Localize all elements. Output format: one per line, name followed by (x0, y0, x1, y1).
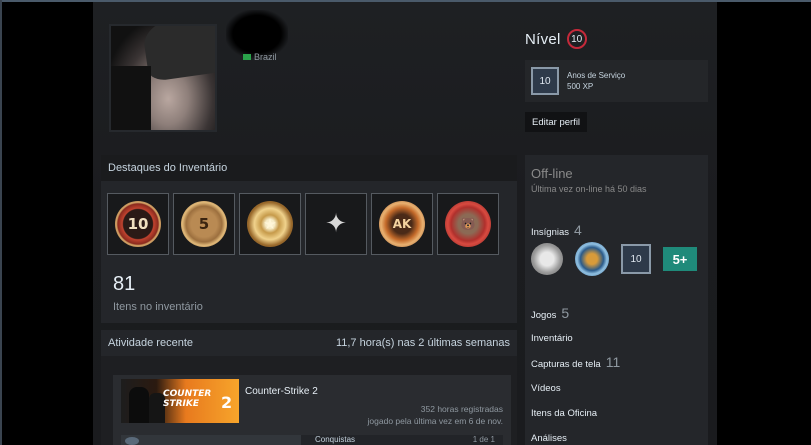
recent-activity-summary: 11,7 hora(s) nas 2 últimas semanas (335, 337, 510, 349)
showcase-item-5[interactable]: AK (371, 193, 433, 255)
sidebar-link-label: Inventário (531, 333, 573, 344)
sidebar-link-videos[interactable]: Vídeos (531, 383, 561, 394)
inventory-showcase: Destaques do Inventário 10 5 ★ ✦ AK 🐻 81… (101, 155, 517, 323)
sidebar-link-games[interactable]: Jogos 5 (531, 305, 569, 321)
avatar-image (111, 26, 215, 130)
showcase-item-4[interactable]: ✦ (305, 193, 367, 255)
country-name: Brazil (254, 52, 277, 62)
level-row: Nível 10 (525, 29, 587, 49)
redacted-username (226, 10, 288, 58)
more-badges-icon[interactable]: 5+ (663, 247, 697, 271)
showcase-item-1[interactable]: 10 (107, 193, 169, 255)
silver-star-pin-icon: ✦ (325, 209, 347, 239)
featured-badge-info: Anos de Serviço 500 XP (567, 70, 625, 92)
recent-activity-title: Atividade recente (108, 337, 193, 349)
badges-link[interactable]: Insígnias 4 (531, 222, 582, 238)
recent-activity-header: Atividade recente 11,7 hora(s) nas 2 últ… (101, 330, 517, 356)
game-title[interactable]: Counter-Strike 2 (245, 386, 318, 397)
online-status: Off-line (531, 166, 573, 181)
showcase-item-3[interactable]: ★ (239, 193, 301, 255)
achievement-icon (125, 437, 139, 445)
ak-coin-icon: AK (379, 201, 425, 247)
bear-pin-icon: 🐻 (445, 201, 491, 247)
showcase-item-2[interactable]: 5 (173, 193, 235, 255)
badges-count: 4 (574, 222, 582, 238)
soldier-shape (129, 387, 149, 423)
beanie-shape (141, 26, 215, 82)
game-card: COUNTER STRIKE 2 Counter-Strike 2 352 ho… (113, 375, 511, 445)
avatar[interactable] (109, 24, 217, 132)
showcase-items: 10 5 ★ ✦ AK 🐻 (107, 193, 499, 255)
badge-list: 10 5+ (531, 242, 697, 276)
sidebar-link-label: Análises (531, 433, 567, 444)
achievements-strip: Conquistas 1 de 1 (121, 435, 503, 445)
sidebar-link-label: Vídeos (531, 383, 561, 394)
inventory-count[interactable]: 81 (113, 273, 135, 296)
sidebar-link-screenshots[interactable]: Capturas de tela 11 (531, 354, 620, 370)
service-medal-5-icon: 5 (181, 201, 227, 247)
edit-profile-button[interactable]: Editar perfil (525, 112, 588, 132)
achievements-count: 1 de 1 (472, 435, 495, 444)
sidebar-link-count: 5 (561, 305, 570, 321)
level-label: Nível (525, 30, 561, 48)
sidebar-link-reviews[interactable]: Análises (531, 433, 567, 444)
sidebar-link-label: Jogos (531, 310, 557, 321)
years-of-service-icon[interactable]: 10 (621, 244, 651, 274)
sidebar-link-inventory[interactable]: Inventário (531, 333, 573, 344)
profile-page: Brazil Nível 10 10 Anos de Serviço 500 X… (93, 2, 717, 445)
achievements-label[interactable]: Conquistas (315, 435, 355, 444)
gold-star-coin-icon: ★ (247, 201, 293, 247)
operation-coin-icon[interactable] (575, 242, 609, 276)
game-logo-number: 2 (221, 393, 233, 412)
inventory-count-label: Itens no inventário (113, 301, 203, 313)
hair-shape (111, 66, 151, 130)
badges-label: Insígnias (531, 227, 570, 238)
game-capsule-image[interactable]: COUNTER STRIKE 2 (121, 379, 239, 423)
showcase-item-6[interactable]: 🐻 (437, 193, 499, 255)
level-badge[interactable]: 10 (566, 29, 587, 49)
featured-badge[interactable]: 10 Anos de Serviço 500 XP (525, 60, 708, 102)
years-of-service-icon: 10 (531, 67, 559, 95)
game-hours-total: 352 horas registradas (420, 404, 503, 414)
window-left-border (0, 0, 2, 445)
last-seen-text: Última vez on-line há 50 dias (531, 184, 647, 194)
featured-badge-xp: 500 XP (567, 82, 594, 91)
game-last-played: jogado pela última vez em 6 de nov. (367, 416, 503, 426)
sidebar-link-count: 11 (605, 354, 621, 370)
country-label: Brazil (243, 52, 277, 62)
showcase-title: Destaques do Inventário (101, 155, 517, 181)
sidebar-link-label: Itens da Oficina (531, 408, 598, 419)
sidebar-link-label: Capturas de tela (531, 359, 601, 370)
service-medal-10-icon: 10 (115, 201, 161, 247)
silver-coin-icon[interactable] (531, 243, 563, 275)
sidebar-link-workshop[interactable]: Itens da Oficina (531, 408, 597, 419)
flag-icon (243, 54, 251, 60)
profile-sidebar: Off-line Última vez on-line há 50 dias I… (525, 155, 708, 445)
recent-activity-body: COUNTER STRIKE 2 Counter-Strike 2 352 ho… (101, 356, 517, 445)
achievement-progress-area (121, 435, 301, 445)
featured-badge-name: Anos de Serviço (567, 71, 626, 80)
game-playtime: 352 horas registradas jogado pela última… (368, 403, 503, 427)
